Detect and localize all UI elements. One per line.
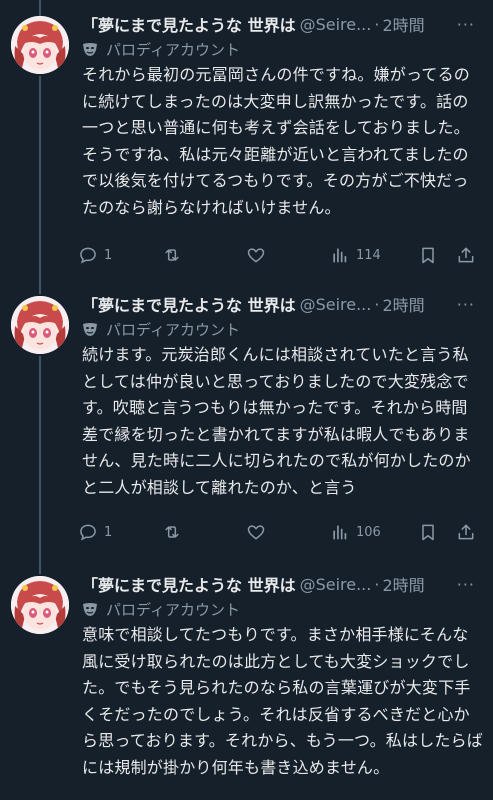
share-icon (458, 524, 474, 540)
like-button[interactable] (246, 243, 266, 267)
parody-mask-icon (83, 43, 97, 56)
retweet-button[interactable] (162, 243, 182, 267)
user-handle[interactable]: @Seire... (300, 15, 372, 34)
reply-button[interactable]: 1 (78, 520, 112, 544)
timestamp[interactable]: 2時間 (382, 572, 424, 596)
parody-label: パロディアカウント (82, 38, 483, 60)
more-options-button[interactable]: ··· (457, 295, 483, 314)
tweet-text: 続けます。元炭治郎くんには相談されていたと言う私としては仲が良いと思っておりまし… (82, 345, 471, 497)
parody-label: パロディアカウント (82, 598, 483, 620)
bookmark-icon (422, 524, 434, 541)
share-icon (458, 247, 474, 263)
reply-icon (80, 247, 96, 264)
separator-dot: · (374, 574, 380, 594)
views-button[interactable]: 114 (330, 243, 381, 267)
share-button[interactable] (456, 520, 476, 544)
separator-dot: · (374, 294, 380, 314)
retweet-icon (165, 249, 179, 261)
view-count: 114 (356, 247, 381, 263)
display-name[interactable]: 「夢にまで見たような 世界は (82, 572, 296, 596)
user-handle[interactable]: @Seire... (300, 575, 372, 594)
tweet-text: 意味で相談してたつもりです。まさか相手様にそんな風に受け取られたのは此方としても… (82, 625, 484, 777)
more-options-button[interactable]: ··· (457, 15, 483, 34)
tweet-content: 「夢にまで見たような 世界は @Seire... · 2時間 ··· パロディア… (82, 572, 483, 781)
tweet-3[interactable]: 「夢にまで見たような 世界は @Seire... · 2時間 ··· パロディア… (0, 562, 493, 800)
views-button[interactable]: 106 (330, 520, 381, 544)
parody-mask-icon (83, 323, 97, 336)
like-button[interactable] (246, 520, 266, 544)
heart-icon (247, 248, 265, 263)
timeline-feed: 「夢にまで見たような 世界は @Seire... · 2時間 ··· パロディア… (0, 0, 493, 800)
display-name[interactable]: 「夢にまで見たような 世界は (82, 12, 296, 36)
view-count: 106 (356, 524, 381, 540)
tweet-text: それから最初の元冨岡さんの件ですね。嫌がってるのに続けてしまったのは大変申し訳無… (82, 65, 471, 217)
tweet-content: 「夢にまで見たような 世界は @Seire... · 2時間 ··· パロディア… (82, 12, 483, 221)
parody-mask-icon (83, 603, 97, 616)
display-name[interactable]: 「夢にまで見たような 世界は (82, 292, 296, 316)
tweet-actions: 1 106 (78, 520, 493, 544)
tweet-header: 「夢にまで見たような 世界は @Seire... · 2時間 ··· (82, 12, 483, 36)
parody-label-text: パロディアカウント (106, 320, 240, 339)
avatar[interactable] (11, 576, 69, 634)
views-icon (333, 525, 347, 540)
reply-button[interactable]: 1 (78, 243, 112, 267)
tweet-actions: 1 114 (78, 243, 493, 267)
views-icon (333, 248, 347, 263)
tweet-content: 「夢にまで見たような 世界は @Seire... · 2時間 ··· パロディア… (82, 292, 483, 501)
tweet-header: 「夢にまで見たような 世界は @Seire... · 2時間 ··· (82, 292, 483, 316)
share-button[interactable] (456, 243, 476, 267)
parody-label: パロディアカウント (82, 318, 483, 340)
timestamp[interactable]: 2時間 (382, 12, 424, 36)
tweet-header: 「夢にまで見たような 世界は @Seire... · 2時間 ··· (82, 572, 483, 596)
tweet-2[interactable]: 「夢にまで見たような 世界は @Seire... · 2時間 ··· パロディア… (0, 284, 493, 570)
user-handle[interactable]: @Seire... (300, 295, 372, 314)
bookmark-button[interactable] (418, 520, 438, 544)
retweet-button[interactable] (162, 520, 182, 544)
avatar[interactable] (11, 296, 69, 354)
reply-count: 1 (104, 247, 113, 263)
parody-label-text: パロディアカウント (106, 40, 240, 59)
separator-dot: · (374, 14, 380, 34)
tweet-1[interactable]: 「夢にまで見たような 世界は @Seire... · 2時間 ··· パロディア… (0, 0, 493, 290)
reply-count: 1 (104, 524, 113, 540)
reply-icon (80, 524, 96, 541)
bookmark-icon (422, 247, 434, 264)
parody-label-text: パロディアカウント (106, 600, 240, 619)
timestamp[interactable]: 2時間 (382, 292, 424, 316)
more-options-button[interactable]: ··· (457, 575, 483, 594)
retweet-icon (165, 526, 179, 538)
bookmark-button[interactable] (418, 243, 438, 267)
heart-icon (247, 525, 265, 540)
avatar[interactable] (11, 16, 69, 74)
